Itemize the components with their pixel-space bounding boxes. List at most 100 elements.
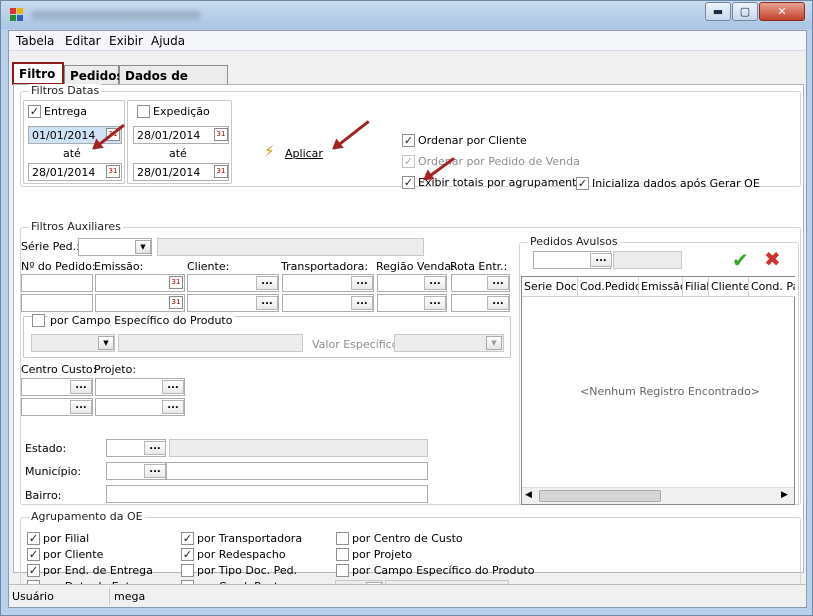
entrega-checkbox[interactable] [28,105,41,118]
minimize-button[interactable]: ▬ [705,2,731,21]
window-title [31,10,201,20]
expedicao-checkbox[interactable] [137,105,150,118]
municipio-label: Município: [25,465,82,478]
title-bar: ▬ ▢ ✕ [1,1,812,29]
pedido-avulso-desc [613,251,682,269]
exibir-totais-checkbox[interactable] [402,176,415,189]
agrup-end-entrega-label: por End. de Entrega [43,564,153,577]
cancel-x-icon[interactable]: ✖ [764,247,781,271]
status-divider [109,587,110,605]
lookup-button[interactable]: ... [487,276,509,290]
pedido-to-input[interactable] [21,294,93,312]
tab-filtro[interactable]: Filtro [12,62,64,85]
pedidos-avulsos-grid[interactable]: Serie Doc. Cod.Pedido Emissão Filial Cli… [521,276,795,505]
agrup-filial-label: por Filial [43,532,90,545]
agrup-transportadora-label: por Transportadora [197,532,303,545]
inicializa-checkbox[interactable] [576,177,589,190]
lookup-button[interactable]: ... [162,380,184,394]
ordenar-pedido-checkbox[interactable] [402,155,415,168]
lightning-icon: ⚡ [264,142,275,160]
lookup-button[interactable]: ... [256,296,278,310]
confirm-check-icon[interactable]: ✔ [732,248,749,272]
menu-exibir[interactable]: Exibir [109,34,143,48]
tab-pedidos[interactable]: Pedidos [64,65,124,85]
calendar-icon[interactable]: 31 [106,165,120,178]
grid-header-cliente[interactable]: Cliente [709,277,749,297]
horizontal-scrollbar[interactable]: ◀ ▶ [522,487,794,504]
filtro-panel: Filtros Datas Entrega 01/01/2014 31 até … [13,84,804,605]
agrup-centro-custo-checkbox[interactable] [336,532,349,545]
lookup-button[interactable]: ... [424,296,446,310]
scroll-thumb[interactable] [539,490,661,502]
agrup-end-entrega-checkbox[interactable] [27,564,40,577]
client-area: Tabela Editar Exibir Ajuda Filtro Pedido… [8,30,807,608]
calendar-icon[interactable]: 31 [169,296,183,309]
grid-header-cond-pag[interactable]: Cond. Pag [749,277,795,297]
grid-header-filial[interactable]: Filial [683,277,709,297]
bairro-label: Bairro: [25,489,62,502]
close-button[interactable]: ✕ [759,2,805,21]
valor-especifico-label: Valor Específico [312,338,399,351]
campo-especifico-checkbox[interactable] [32,314,45,327]
serie-ped-label: Série Ped.: [21,240,80,253]
municipio-desc [166,462,428,480]
expedicao-ate-label: até [169,147,187,160]
agrup-tipo-doc-label: por Tipo Doc. Ped. [197,564,298,577]
emissao-col-label: Emissão: [94,260,144,273]
calendar-icon[interactable]: 31 [214,128,228,141]
exibir-totais-label: Exibir totais por agrupamento [418,176,584,189]
agrup-transportadora-checkbox[interactable] [181,532,194,545]
lookup-button[interactable]: ... [424,276,446,290]
maximize-button[interactable]: ▢ [732,2,758,21]
lookup-button[interactable]: ... [162,400,184,414]
transportadora-col-label: Transportadora: [281,260,369,273]
lookup-button[interactable]: ... [590,253,612,267]
centro-custo-label: Centro Custo: [21,363,97,376]
agrup-filial-checkbox[interactable] [27,532,40,545]
lookup-button[interactable]: ... [256,276,278,290]
lookup-button[interactable]: ... [70,400,92,414]
cliente-col-label: Cliente: [187,260,230,273]
lookup-button[interactable]: ... [144,464,166,478]
pedido-col-label: Nº do Pedido: [21,260,96,273]
agrup-projeto-checkbox[interactable] [336,548,349,561]
bairro-input[interactable] [106,485,428,503]
lookup-button[interactable]: ... [144,441,166,455]
agrup-campo-especifico-checkbox[interactable] [336,564,349,577]
menu-ajuda[interactable]: Ajuda [151,34,185,48]
chevron-down-icon[interactable]: ▼ [98,336,114,350]
expedicao-label: Expedição [153,105,210,118]
calendar-icon[interactable]: 31 [214,165,228,178]
entrega-box: Entrega 01/01/2014 31 até 28/01/2014 31 [23,100,125,184]
pedido-from-input[interactable] [21,274,93,292]
ordenar-cliente-label: Ordenar por Cliente [418,134,527,147]
lookup-button[interactable]: ... [487,296,509,310]
ordenar-cliente-checkbox[interactable] [402,134,415,147]
menu-editar[interactable]: Editar [65,34,101,48]
scroll-left-icon[interactable]: ◀ [525,490,532,500]
tab-dados-entrega[interactable]: Dados de Entrega [119,65,228,97]
agrup-cliente-checkbox[interactable] [27,548,40,561]
lookup-button[interactable]: ... [351,276,373,290]
grid-header-serie[interactable]: Serie Doc. [522,277,578,297]
agrup-campo-especifico-label: por Campo Específico do Produto [352,564,535,577]
grid-header-emissao[interactable]: Emissão [639,277,683,297]
expedicao-box: Expedição 28/01/2014 31 até 28/01/2014 3… [127,100,232,184]
status-value: mega [114,590,146,603]
chevron-down-icon[interactable]: ▼ [486,336,502,350]
lookup-button[interactable]: ... [351,296,373,310]
lookup-button[interactable]: ... [70,380,92,394]
campo-especifico-desc [118,334,303,352]
chevron-down-icon[interactable]: ▼ [135,240,151,254]
serie-ped-desc [157,238,424,256]
aplicar-label: Aplicar [285,147,323,160]
agrupamento-legend: Agrupamento da OE [29,510,145,523]
agrup-redespacho-checkbox[interactable] [181,548,194,561]
menu-tabela[interactable]: Tabela [16,34,54,48]
calendar-icon[interactable]: 31 [169,276,183,289]
scroll-right-icon[interactable]: ▶ [781,490,788,500]
agrup-tipo-doc-checkbox[interactable] [181,564,194,577]
grid-header-cod-pedido[interactable]: Cod.Pedido [578,277,639,297]
projeto-label: Projeto: [94,363,137,376]
aplicar-button[interactable]: ⚡ Aplicar [264,142,326,163]
